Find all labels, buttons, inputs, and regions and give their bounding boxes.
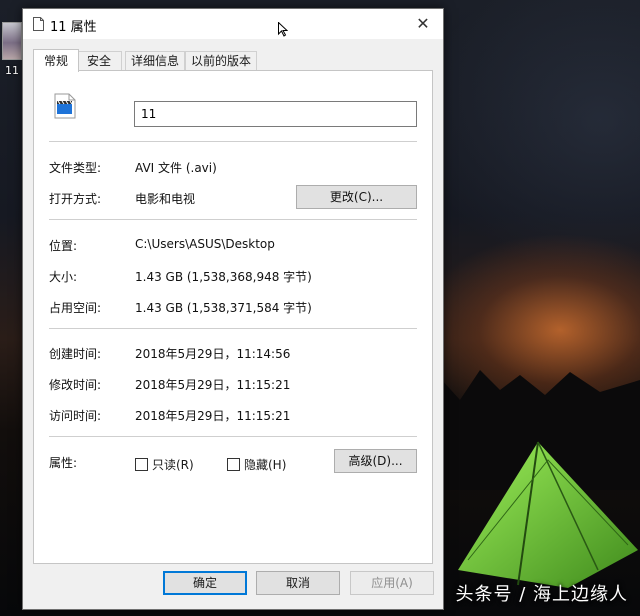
created-value: 2018年5月29日，11:14:56 (135, 347, 291, 361)
tent-image (458, 441, 638, 588)
close-icon: ✕ (416, 14, 430, 33)
desktop-file-label: 11 (5, 64, 19, 77)
modified-label: 修改时间: (49, 378, 102, 392)
close-button[interactable]: ✕ (403, 9, 443, 39)
separator (49, 436, 417, 437)
checkbox-box[interactable] (135, 458, 148, 471)
hidden-checkbox[interactable]: 隐藏(H) (227, 456, 286, 473)
title-bar[interactable]: 11 属性 ✕ (23, 9, 443, 39)
tab-general[interactable]: 常规 (33, 49, 79, 72)
advanced-button[interactable]: 高级(D)... (334, 449, 417, 473)
tab-security[interactable]: 安全 (76, 51, 122, 71)
window-title: 11 属性 (50, 20, 97, 35)
opens-with-label: 打开方式: (49, 192, 102, 206)
file-type-label: 文件类型: (49, 161, 102, 175)
modified-value: 2018年5月29日，11:15:21 (135, 378, 291, 392)
apply-button[interactable]: 应用(A) (350, 571, 434, 595)
size-value: 1.43 GB (1,538,368,948 字节) (135, 270, 312, 284)
general-tab-panel: 11 文件类型: AVI 文件 (.avi) 打开方式: 电影和电视 更改(C)… (33, 70, 433, 564)
location-value: C:\Users\ASUS\Desktop (135, 237, 275, 251)
watermark-text: 头条号 / 海上边缘人 (455, 584, 628, 605)
separator (49, 141, 417, 142)
ok-button[interactable]: 确定 (163, 571, 247, 595)
properties-dialog: 11 属性 ✕ 常规 安全 详细信息 以前的版本 11 文件类型: AVI 文件… (22, 8, 444, 610)
attributes-label: 属性: (49, 456, 78, 470)
file-name-input[interactable]: 11 (134, 101, 417, 127)
change-program-button[interactable]: 更改(C)... (296, 185, 417, 209)
opens-with-value: 电影和电视 (135, 192, 196, 206)
readonly-label: 只读(R) (152, 458, 194, 472)
tab-details[interactable]: 详细信息 (125, 51, 185, 71)
location-label: 位置: (49, 239, 78, 253)
size-label: 大小: (49, 270, 78, 284)
accessed-label: 访问时间: (49, 409, 102, 423)
created-label: 创建时间: (49, 347, 102, 361)
accessed-value: 2018年5月29日，11:15:21 (135, 409, 291, 423)
checkbox-box[interactable] (227, 458, 240, 471)
mouse-cursor-icon (278, 22, 288, 37)
readonly-checkbox[interactable]: 只读(R) (135, 456, 194, 473)
tab-previous-versions[interactable]: 以前的版本 (185, 51, 257, 71)
file-type-value: AVI 文件 (.avi) (135, 161, 217, 175)
cancel-button[interactable]: 取消 (256, 571, 340, 595)
separator (49, 328, 417, 329)
hidden-label: 隐藏(H) (244, 458, 287, 472)
desktop-file-shortcut[interactable]: 11 (2, 22, 22, 77)
size-on-disk-label: 占用空间: (49, 301, 102, 315)
video-file-icon (54, 93, 76, 119)
file-thumbnail (2, 22, 22, 60)
size-on-disk-value: 1.43 GB (1,538,371,584 字节) (135, 301, 312, 315)
separator (49, 219, 417, 220)
document-icon (33, 17, 44, 31)
